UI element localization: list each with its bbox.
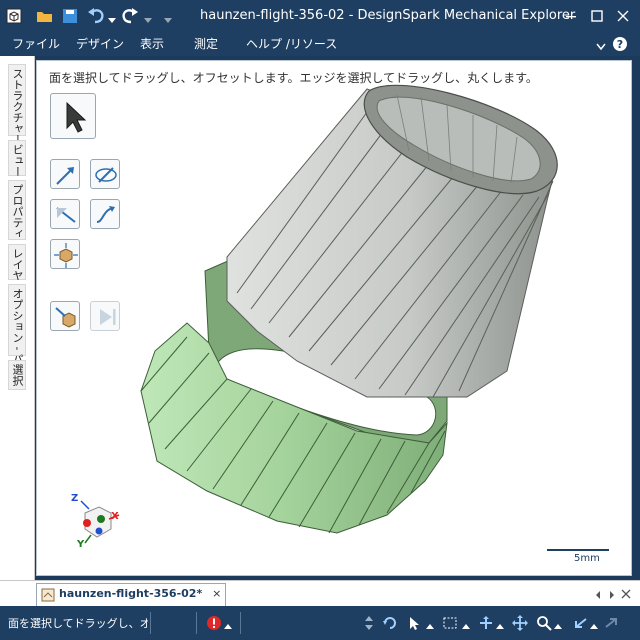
status-divider [240,612,241,634]
redo-icon[interactable] [120,6,140,26]
move-tool-button[interactable] [90,159,120,189]
menu-bar: ファイル デザイン 表示 測定 ヘルプ /リソース ? [0,32,640,56]
redo-dropdown-icon[interactable] [144,13,152,23]
undo-icon[interactable] [86,6,106,26]
combine-tool-button[interactable] [50,239,80,269]
select-pointer-icon[interactable] [406,615,422,631]
customize-icon[interactable] [164,13,172,23]
pan-icon[interactable] [512,615,528,631]
document-icon [40,587,56,603]
previous-view-icon[interactable] [572,615,588,631]
orbit-dropdown-icon[interactable] [496,619,504,629]
tab-properties[interactable]: プロパティ [8,180,26,240]
tab-scroll-left-icon[interactable] [594,589,602,599]
tab-view[interactable]: ビュー [8,140,26,177]
play-tool-button [90,301,120,331]
select-tool-button[interactable] [50,93,96,139]
pull-tool-button[interactable] [50,159,80,189]
help-icon[interactable]: ? [612,36,628,52]
tab-selection[interactable]: 選択 [8,360,26,390]
solidify-tool-button[interactable] [50,301,80,331]
document-tab-label: haunzen-flight-356-02* [59,587,203,600]
axis-triad: Z X Y [71,493,120,550]
3d-model[interactable]: Z X Y [37,61,631,575]
design-viewport[interactable]: 面を選択してドラッグし、オフセットします。エッジを選択してドラッグし、丸くします… [36,60,632,576]
tab-structure[interactable]: ストラクチャー [8,64,26,145]
menu-file[interactable]: ファイル [12,32,60,56]
tab-options-panel[interactable]: オプション - パネル [8,284,26,387]
box-select-icon[interactable] [442,615,458,631]
svg-text:Y: Y [76,539,85,550]
open-folder-icon[interactable] [36,8,54,24]
rotate-view-icon[interactable] [382,615,398,631]
svg-text:?: ? [617,38,623,51]
svg-text:X: X [111,511,119,522]
scale-label: 5mm [574,553,600,564]
menu-help[interactable]: ヘルプ /リソース [246,32,337,56]
document-tab-bar: haunzen-flight-356-02* × [0,580,640,609]
scale-bar [547,549,609,551]
blend-tool-button[interactable] [90,199,120,229]
close-button[interactable] [608,0,638,32]
status-divider [150,612,151,634]
orbit-icon[interactable] [478,615,494,631]
tab-scroll-right-icon[interactable] [608,589,616,599]
next-view-icon [604,615,620,631]
menu-view[interactable]: 表示 [140,32,164,56]
zoom-icon[interactable] [536,615,552,631]
spin-arrows-icon[interactable] [364,615,374,631]
tab-layers[interactable]: レイヤ [8,244,26,281]
menu-design[interactable]: デザイン [76,32,124,56]
save-icon[interactable] [62,8,78,24]
window-title: haunzen-flight-356-02 - DesignSpark Mech… [200,8,576,23]
error-dropdown-icon[interactable] [224,619,232,629]
zoom-dropdown-icon[interactable] [554,619,562,629]
status-bar: 面を選択してドラッグし、オ [0,606,640,640]
previous-view-dropdown-icon[interactable] [590,619,598,629]
undo-dropdown-icon[interactable] [108,13,116,23]
status-divider [196,612,197,634]
app-cube-icon[interactable] [6,8,22,24]
pointer-dropdown-icon[interactable] [426,619,434,629]
box-select-dropdown-icon[interactable] [462,619,470,629]
menu-measure[interactable]: 測定 [194,32,218,56]
ribbon-expand-icon[interactable] [596,40,606,51]
tab-close-all-icon[interactable] [620,588,632,600]
status-message: 面を選択してドラッグし、オ [8,617,148,630]
document-tab-close-button[interactable]: × [212,587,221,600]
fill-tool-button[interactable] [50,199,80,229]
title-bar: haunzen-flight-356-02 - DesignSpark Mech… [0,0,640,32]
side-panel-tabs: ストラクチャー ビュー プロパティ レイヤ オプション - パネル 選択 [0,56,35,582]
error-icon[interactable] [206,615,222,631]
svg-text:Z: Z [71,493,78,504]
